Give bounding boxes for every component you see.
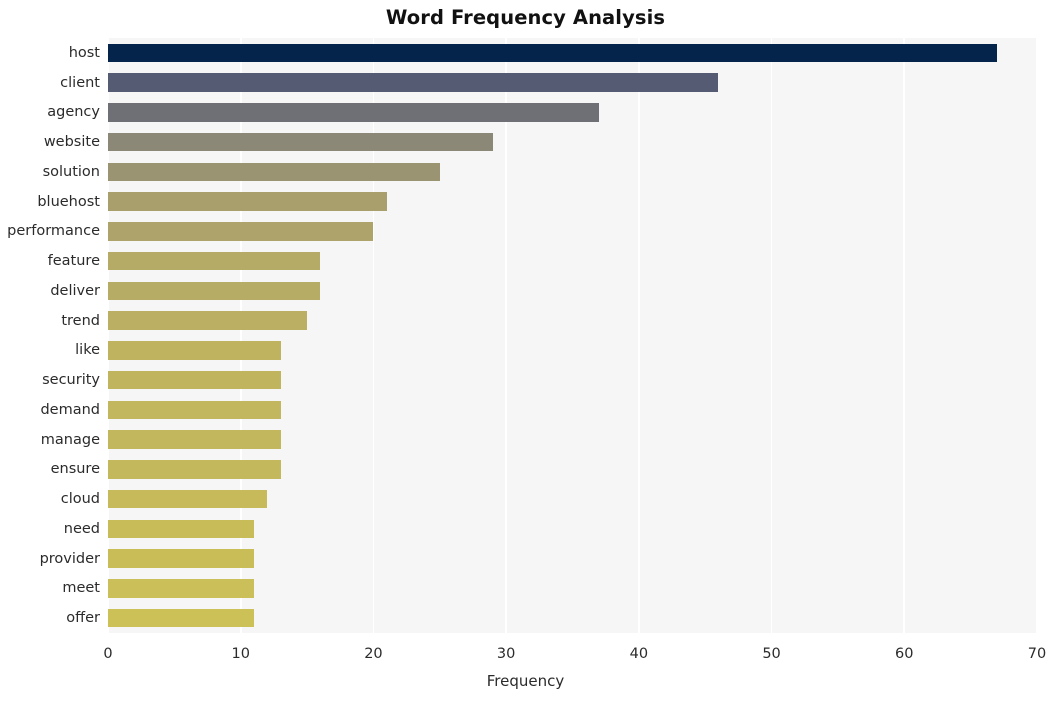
bar (108, 370, 281, 390)
x-tick-label: 70 (1027, 646, 1047, 662)
bar (108, 222, 374, 241)
bar (108, 460, 281, 479)
y-tick-label: deliver (50, 282, 100, 299)
y-tick-label: website (43, 134, 100, 151)
y-tick-label: meet (62, 580, 100, 597)
x-tick-label: 50 (762, 646, 781, 662)
y-tick-label: demand (40, 401, 100, 418)
x-tick-label: 10 (231, 646, 250, 662)
x-axis: 0 10 20 30 40 50 60 70 (103, 633, 1046, 673)
word-frequency-chart: Word Frequency Analysis host client agency… (0, 0, 1051, 701)
chart-title: Word Frequency Analysis (385, 6, 666, 29)
y-tick-label: performance (7, 223, 100, 240)
y-tick-label: security (42, 372, 100, 389)
y-tick-label: client (60, 74, 100, 91)
y-tick-label: need (63, 520, 100, 537)
x-tick-label: 0 (103, 646, 113, 662)
bar (108, 73, 719, 92)
bar (108, 341, 281, 360)
y-tick-label: like (75, 342, 100, 359)
y-tick-label: cloud (60, 491, 100, 508)
bar (108, 549, 254, 568)
bar (108, 400, 281, 420)
y-tick-label: provider (39, 550, 100, 567)
bar (108, 251, 321, 271)
y-tick-label: ensure (50, 461, 100, 478)
y-tick-label: feature (47, 253, 100, 270)
bar (108, 489, 268, 509)
y-tick-label: host (68, 44, 100, 61)
bar (108, 608, 254, 628)
bar (108, 430, 281, 449)
y-tick-label: trend (61, 312, 100, 329)
bar (108, 132, 493, 152)
y-tick-label: solution (42, 163, 100, 180)
bar (108, 281, 321, 301)
x-tick-label: 30 (496, 646, 516, 662)
bars-layer (108, 38, 1037, 633)
bar (108, 162, 440, 182)
x-axis-title: Frequency (486, 672, 565, 690)
bar (108, 43, 998, 63)
y-axis: host client agency website solution bluehost p… (0, 38, 100, 633)
y-tick-label: bluehost (37, 193, 100, 210)
bar (108, 103, 600, 122)
y-tick-label: agency (47, 104, 100, 121)
x-tick-label: 40 (629, 646, 649, 662)
y-tick-label: manage (40, 431, 100, 448)
bar (108, 519, 254, 539)
y-tick-label: offer (66, 610, 100, 627)
bar (108, 311, 308, 330)
x-tick-label: 20 (364, 646, 383, 662)
bar (108, 192, 387, 211)
bar (108, 579, 254, 598)
x-tick-label: 60 (895, 646, 914, 662)
plot-area (108, 38, 1037, 633)
